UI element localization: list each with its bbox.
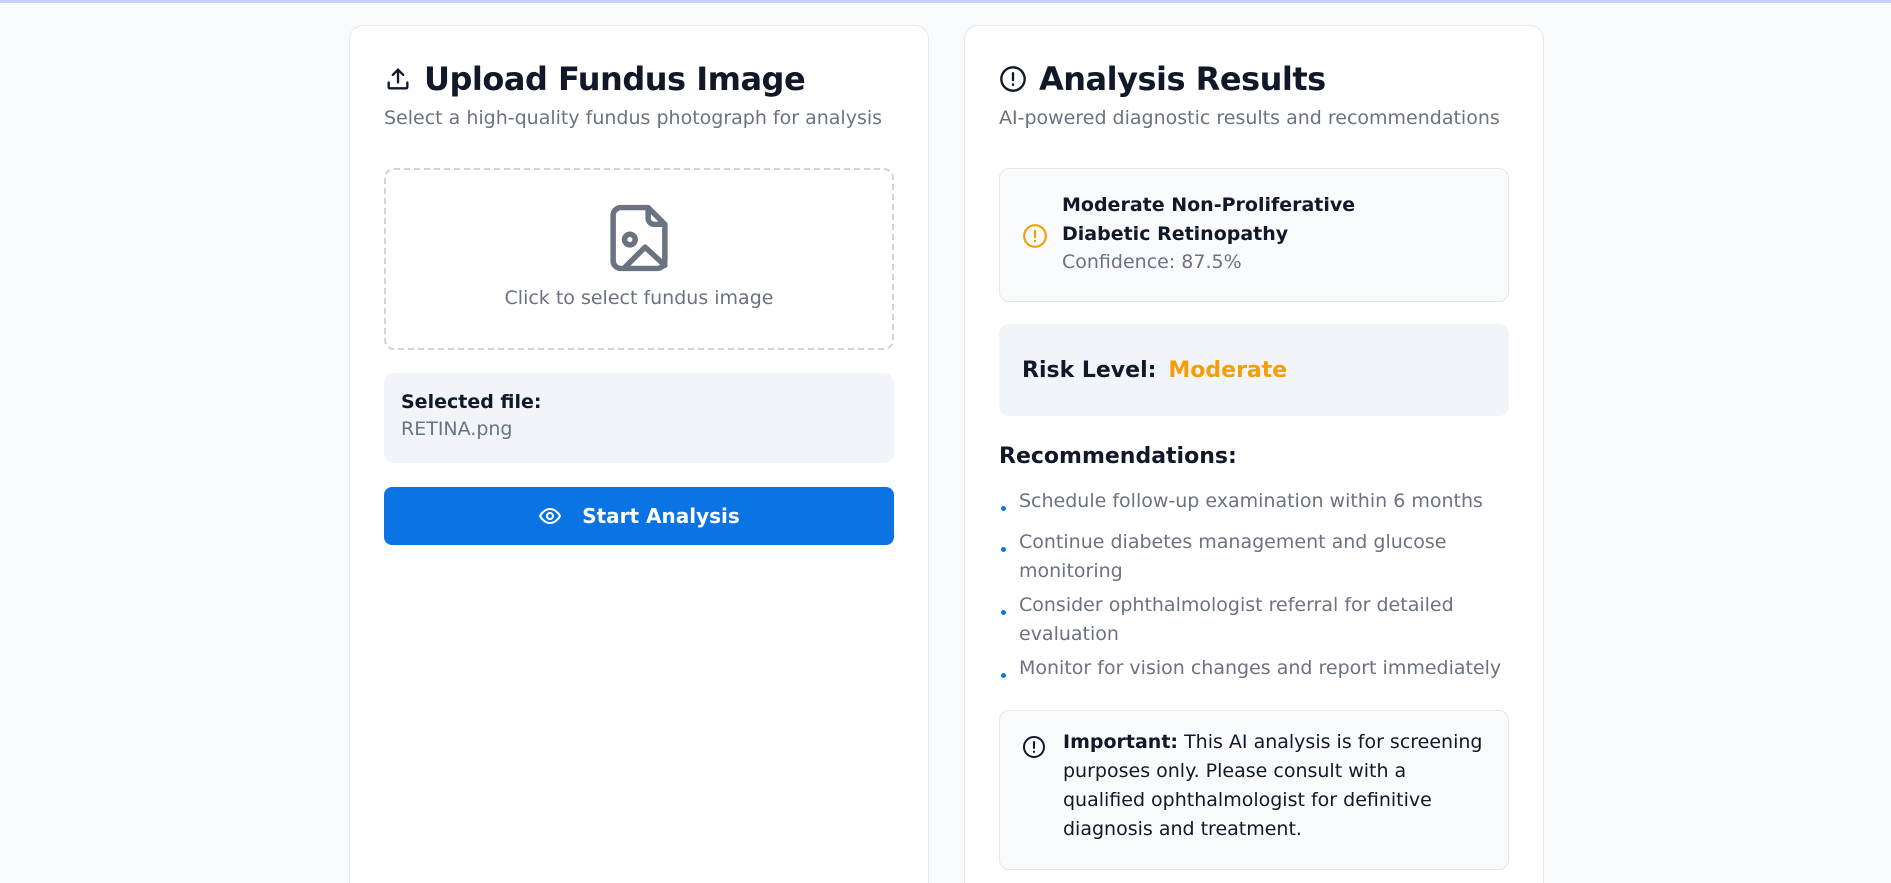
image-file-icon [610, 204, 668, 272]
upload-card: Upload Fundus Image Select a high-qualit… [349, 25, 929, 883]
risk-level-box: Risk Level: Moderate [999, 324, 1509, 416]
disclaimer-box: Important: This AI analysis is for scree… [999, 710, 1509, 870]
diagnosis-name: Moderate Non-Proliferative Diabetic Reti… [1062, 194, 1356, 245]
results-card-header: Analysis Results [999, 60, 1326, 98]
risk-level-value: Moderate [1168, 357, 1288, 383]
diagnosis-confidence: Confidence: 87.5% [1062, 251, 1242, 273]
recommendations-list: Schedule follow-up examination within 6 … [999, 487, 1509, 683]
start-analysis-button[interactable]: Start Analysis [384, 487, 894, 545]
recommendation-item: Schedule follow-up examination within 6 … [999, 487, 1509, 516]
start-analysis-label: Start Analysis [582, 504, 740, 528]
risk-level-label: Risk Level: [1022, 357, 1157, 383]
upload-card-title: Upload Fundus Image [424, 60, 806, 98]
upload-card-header: Upload Fundus Image [384, 60, 806, 98]
alert-circle-icon [1000, 66, 1026, 92]
upload-card-subtitle: Select a high-quality fundus photograph … [384, 107, 883, 129]
recommendation-item: Continue diabetes management and glucose… [999, 528, 1509, 586]
dropzone-label: Click to select fundus image [504, 287, 774, 309]
results-card: Analysis Results AI-powered diagnostic r… [964, 25, 1544, 883]
warning-circle-icon [1023, 224, 1047, 248]
disclaimer-label: Important: [1063, 731, 1179, 753]
image-dropzone[interactable]: Click to select fundus image [384, 168, 894, 350]
info-circle-icon [1023, 736, 1045, 758]
upload-icon [387, 68, 409, 90]
diagnosis-box: Moderate Non-Proliferative Diabetic Reti… [999, 168, 1509, 302]
eye-icon [539, 508, 562, 524]
selected-file-label: Selected file: [401, 391, 542, 413]
disclaimer-text: Important: This AI analysis is for scree… [1063, 728, 1483, 844]
results-card-subtitle: AI-powered diagnostic results and recomm… [999, 107, 1500, 129]
recommendation-item: Monitor for vision changes and report im… [999, 654, 1509, 683]
selected-file-name: RETINA.png [401, 418, 513, 440]
recommendations-title: Recommendations: [999, 444, 1237, 469]
recommendation-item: Consider ophthalmologist referral for de… [999, 591, 1509, 649]
results-card-title: Analysis Results [1039, 60, 1326, 98]
top-accent-line [0, 0, 1891, 3]
selected-file-box: Selected file: RETINA.png [384, 373, 894, 463]
